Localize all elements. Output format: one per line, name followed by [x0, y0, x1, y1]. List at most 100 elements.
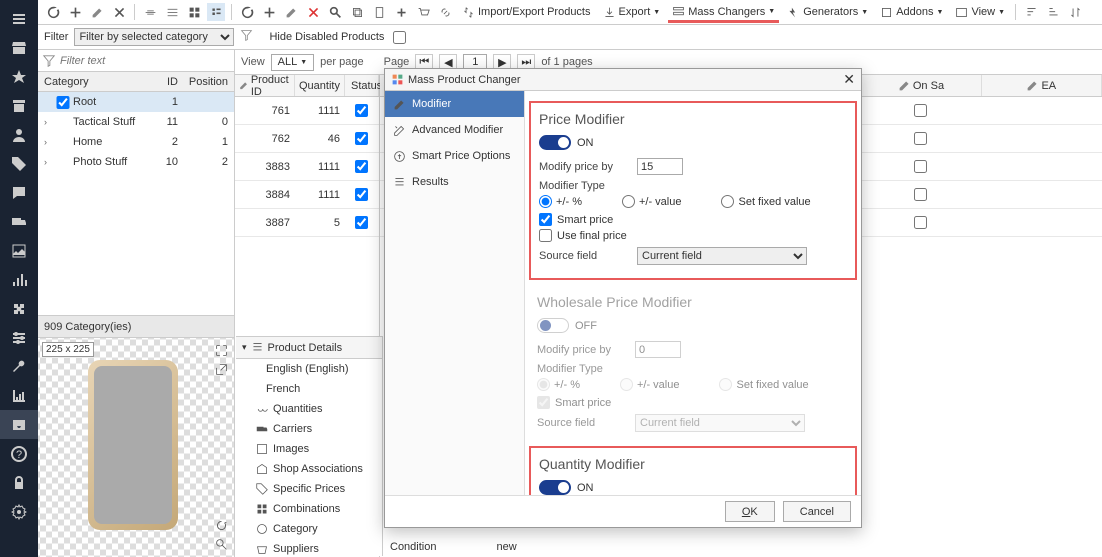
table-row[interactable]: 7611111: [235, 97, 379, 125]
nav-smart-price[interactable]: Smart Price Options: [385, 143, 524, 169]
details-item[interactable]: French: [236, 379, 382, 399]
details-item[interactable]: Quantities: [236, 399, 382, 419]
filter-select[interactable]: Filter by selected category: [74, 28, 234, 46]
copy-icon[interactable]: [348, 3, 366, 21]
category-row[interactable]: ›Photo Stuff102: [38, 152, 234, 172]
table-row[interactable]: 38875: [235, 209, 379, 237]
wholesale-toggle[interactable]: [537, 318, 569, 333]
radio-percent[interactable]: +/- %: [539, 195, 582, 208]
sliders-icon[interactable]: [0, 323, 38, 352]
table-row[interactable]: 38841111: [235, 181, 379, 209]
wrench-icon[interactable]: [0, 352, 38, 381]
price-value-input[interactable]: [637, 158, 683, 175]
product-details-panel: ▾Product Details English (English) Frenc…: [236, 336, 383, 556]
fullscreen-icon[interactable]: [215, 344, 228, 357]
details-item[interactable]: Images: [236, 439, 382, 459]
collapse-icon[interactable]: [163, 3, 181, 21]
category-row[interactable]: ›Home21: [38, 132, 234, 152]
refresh2-icon[interactable]: [238, 3, 256, 21]
category-checkbox[interactable]: [56, 96, 70, 109]
nav-advanced[interactable]: Advanced Modifier: [385, 117, 524, 143]
tag-icon[interactable]: [0, 149, 38, 178]
menu-icon[interactable]: [0, 4, 38, 33]
sort2-icon[interactable]: [1044, 3, 1062, 21]
sort3-icon[interactable]: [1066, 3, 1084, 21]
move-icon[interactable]: [392, 3, 410, 21]
import-export-button[interactable]: Import/Export Products: [458, 4, 595, 21]
export-button[interactable]: Export▼: [599, 4, 665, 21]
view-all[interactable]: ALL ▼: [271, 54, 315, 71]
details-item[interactable]: Shop Associations: [236, 459, 382, 479]
view-button[interactable]: View▼: [951, 4, 1009, 21]
ok-button[interactable]: OK: [725, 501, 775, 522]
nav-modifier[interactable]: Modifier: [385, 91, 524, 117]
link-icon[interactable]: [436, 3, 454, 21]
details-item[interactable]: Suppliers: [236, 539, 382, 556]
thumb-size: 225 x 225: [42, 342, 94, 357]
generators-button[interactable]: Generators▼: [783, 4, 872, 21]
star-icon[interactable]: [0, 62, 38, 91]
category-row[interactable]: Root1: [38, 92, 234, 112]
mass-changers-button[interactable]: Mass Changers▼: [668, 3, 779, 23]
category-row[interactable]: ›Tactical Stuff110: [38, 112, 234, 132]
archive-icon[interactable]: [0, 91, 38, 120]
details-item[interactable]: Category: [236, 519, 382, 539]
hide-disabled-checkbox[interactable]: [393, 31, 406, 44]
edit-icon[interactable]: [88, 3, 106, 21]
price-modifier-section: Price Modifier ON Modify price by Modifi…: [529, 101, 857, 280]
table-row[interactable]: 38831111: [235, 153, 379, 181]
delete-icon[interactable]: [304, 3, 322, 21]
close-icon[interactable]: ✕: [843, 71, 855, 88]
thumbnail-preview: 225 x 225: [38, 337, 234, 557]
grid-icon[interactable]: [185, 3, 203, 21]
zoom-icon[interactable]: [215, 538, 228, 551]
qty-toggle[interactable]: [539, 480, 571, 495]
source-field-select[interactable]: Current field: [637, 247, 807, 265]
mass-product-changer-modal: Mass Product Changer ✕ Modifier Advanced…: [384, 68, 862, 528]
close-icon[interactable]: [110, 3, 128, 21]
expand-icon[interactable]: [141, 3, 159, 21]
details-item[interactable]: Combinations: [236, 499, 382, 519]
smart-price-checkbox[interactable]: [539, 213, 552, 226]
addons-button[interactable]: Addons▼: [876, 4, 947, 21]
radio-value[interactable]: +/- value: [622, 195, 682, 208]
image-icon[interactable]: [0, 236, 38, 265]
radio-fixed[interactable]: Set fixed value: [721, 195, 810, 208]
paste-icon[interactable]: [370, 3, 388, 21]
filter-clear-icon[interactable]: [240, 29, 253, 45]
add2-icon[interactable]: [260, 3, 278, 21]
table-row[interactable]: 76246: [235, 125, 379, 153]
refresh-icon[interactable]: [44, 3, 62, 21]
user-icon[interactable]: [0, 120, 38, 149]
price-toggle[interactable]: [539, 135, 571, 150]
inbox-icon[interactable]: [0, 410, 38, 439]
lock-icon[interactable]: [0, 468, 38, 497]
help-icon[interactable]: ?: [0, 439, 38, 468]
tree-icon[interactable]: [207, 3, 225, 21]
wholesale-value-input[interactable]: [635, 341, 681, 358]
category-filter-input[interactable]: [60, 55, 230, 67]
reload-icon[interactable]: [215, 519, 228, 532]
search-icon[interactable]: [326, 3, 344, 21]
gear-icon[interactable]: [0, 497, 38, 526]
chat-icon[interactable]: [0, 178, 38, 207]
external-icon[interactable]: [215, 363, 228, 376]
stats-icon[interactable]: [0, 381, 38, 410]
chart-icon[interactable]: [0, 265, 38, 294]
category-count: 909 Category(ies): [38, 315, 234, 337]
truck-icon[interactable]: [0, 207, 38, 236]
final-price-checkbox[interactable]: [539, 229, 552, 242]
details-item[interactable]: English (English): [236, 359, 382, 379]
cart-icon[interactable]: [414, 3, 432, 21]
puzzle-icon[interactable]: [0, 294, 38, 323]
section-title: Wholesale Price Modifier: [537, 294, 849, 310]
add-icon[interactable]: [66, 3, 84, 21]
details-item[interactable]: Carriers: [236, 419, 382, 439]
edit2-icon[interactable]: [282, 3, 300, 21]
nav-results[interactable]: Results: [385, 169, 524, 195]
sort1-icon[interactable]: [1022, 3, 1040, 21]
details-item[interactable]: Specific Prices: [236, 479, 382, 499]
store-icon[interactable]: [0, 33, 38, 62]
cancel-button[interactable]: Cancel: [783, 501, 851, 522]
category-panel: CategoryIDPosition Root1 ›Tactical Stuff…: [38, 50, 235, 557]
